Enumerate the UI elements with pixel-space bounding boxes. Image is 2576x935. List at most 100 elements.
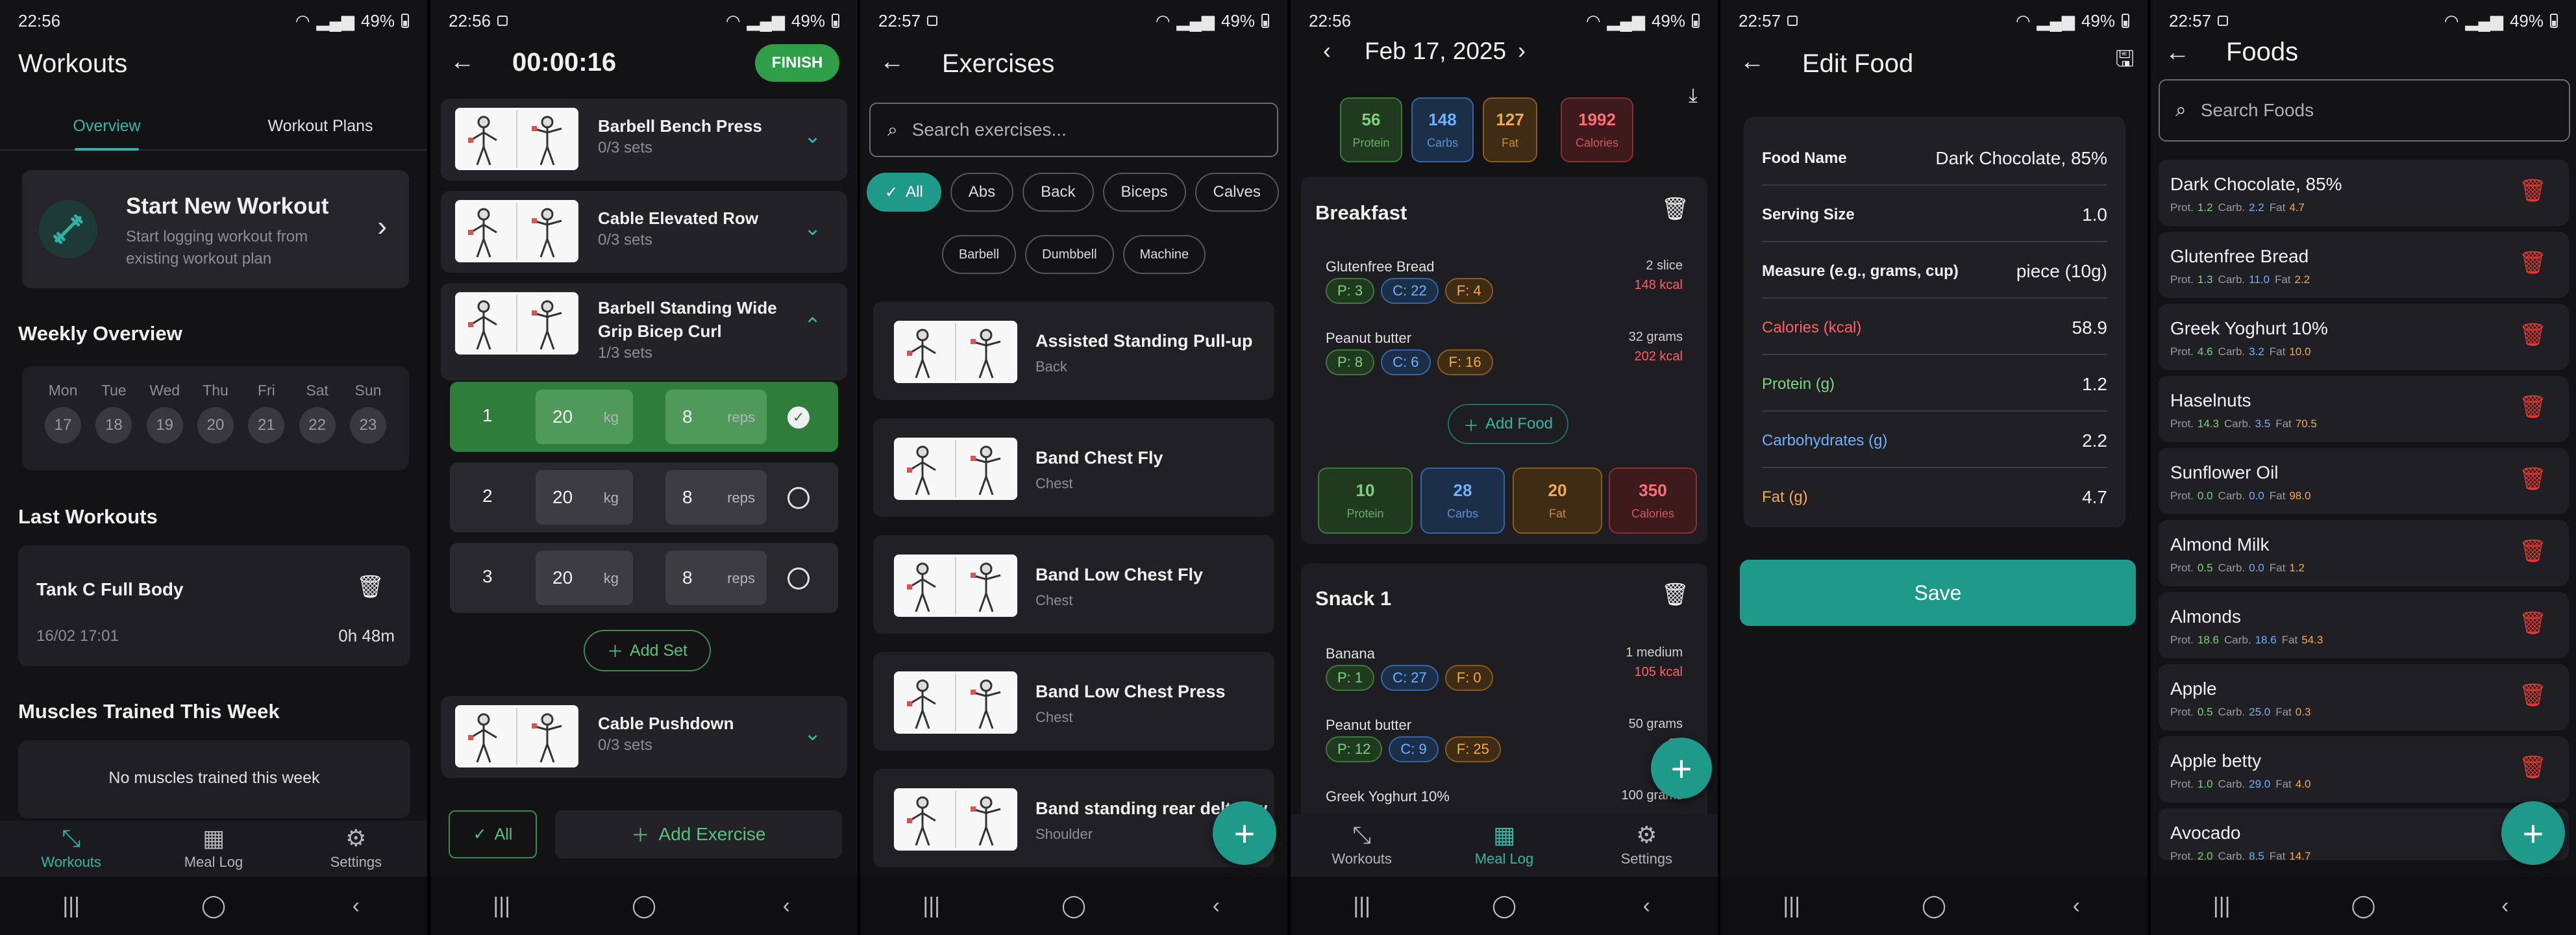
trash-icon[interactable]: 🗑 — [2519, 322, 2547, 348]
nav-workouts[interactable]: ⤡ Workouts — [1291, 814, 1433, 877]
form-field[interactable]: Fat (g) 4.7 — [1762, 469, 2107, 525]
circle-icon[interactable] — [787, 487, 810, 509]
form-field[interactable]: Carbohydrates (g) 2.2 — [1762, 412, 2107, 468]
recents-icon[interactable]: ||| — [906, 893, 958, 919]
next-day-icon[interactable]: › — [1509, 37, 1535, 64]
trash-icon[interactable]: 🗑 — [356, 574, 384, 600]
day-sun[interactable]: Sun 23 — [347, 382, 390, 443]
field-value[interactable]: 1.0 — [2082, 205, 2107, 225]
form-field[interactable]: Measure (e.g., grams, cup) piece (10g) — [1762, 243, 2107, 299]
session-exercise-card[interactable]: Cable Elevated Row 0/3 sets ⌄ — [441, 191, 847, 273]
field-value[interactable]: 4.7 — [2082, 487, 2107, 508]
search-input[interactable]: Search Foods — [2201, 100, 2314, 121]
session-exercise-card[interactable]: Barbell Bench Press 0/3 sets ⌄ — [441, 99, 847, 181]
tab-workout-plans[interactable]: Workout Plans — [214, 103, 427, 149]
nav-workouts[interactable]: ⤡ Workouts — [0, 821, 142, 877]
back-arrow-icon[interactable]: ← — [876, 45, 908, 78]
back-arrow-icon[interactable]: ← — [2161, 36, 2194, 69]
food-list-item[interactable]: Apple Prot. 0.5 Carb. 25.0 Fat 0.3 🗑 — [2159, 664, 2569, 730]
chevron-down-icon[interactable]: ⌄ — [804, 721, 821, 745]
back-arrow-icon[interactable]: ← — [1736, 45, 1768, 78]
add-food-button[interactable]: ＋ Add Food — [1448, 404, 1568, 444]
chip-back[interactable]: Back — [1022, 173, 1094, 212]
food-list-item[interactable]: Sunflower Oil Prot. 0.0 Carb. 0.0 Fat 98.0 🗑 — [2159, 448, 2569, 514]
chevron-down-icon[interactable]: ⌄ — [804, 123, 821, 148]
meal-food-item[interactable]: Peanut butter P: 8 C: 6 F: 16 32 grams 202 kc… — [1301, 330, 1707, 395]
meal-food-item[interactable]: Peanut butterP: 12C: 9F: 2550 grams31 — [1301, 717, 1707, 782]
tab-overview[interactable]: Overview — [0, 103, 214, 151]
add-set-button[interactable]: ＋ Add Set — [584, 630, 711, 671]
home-icon[interactable]: ◯ — [618, 893, 670, 919]
save-button[interactable]: Save — [1740, 560, 2136, 626]
nav-settings[interactable]: ⚙ Settings — [1576, 814, 1718, 877]
home-icon[interactable]: ◯ — [1908, 893, 1960, 919]
trash-icon[interactable]: 🗑 — [2519, 394, 2547, 420]
nav-meal-log[interactable]: ▦ Meal Log — [142, 821, 284, 877]
back-arrow-icon[interactable]: ← — [446, 45, 478, 78]
exercise-list-item[interactable]: Band Chest Fly Chest — [873, 418, 1274, 517]
trash-icon[interactable]: 🗑 — [2519, 754, 2547, 780]
chip-dumbbell[interactable]: Dumbbell — [1025, 235, 1114, 274]
weight-input[interactable]: 20 kg — [536, 470, 633, 525]
food-list-item[interactable]: Almonds Prot. 18.6 Carb. 18.6 Fat 54.3 🗑 — [2159, 592, 2569, 658]
day-wed[interactable]: Wed 19 — [143, 382, 186, 443]
chevron-up-icon[interactable]: ⌃ — [804, 313, 821, 338]
add-food-fab[interactable]: + — [2501, 801, 2565, 865]
trash-icon[interactable]: 🗑 — [2519, 682, 2547, 708]
day-tue[interactable]: Tue 18 — [92, 382, 135, 443]
trash-icon[interactable]: 🗑 — [2519, 538, 2547, 564]
add-exercise-fab[interactable]: + — [1213, 801, 1276, 865]
save-icon[interactable]: 🖫 — [2110, 47, 2140, 77]
back-icon[interactable]: ‹ — [1620, 893, 1672, 919]
weight-input[interactable]: 20 kg — [536, 551, 633, 605]
food-list-item[interactable]: Greek Yoghurt 10% Prot. 4.6 Carb. 3.2 Fat 10.0… — [2159, 304, 2569, 370]
chip-biceps[interactable]: Biceps — [1102, 173, 1186, 212]
trash-icon[interactable]: 🗑 — [2519, 178, 2547, 204]
chip-machine[interactable]: Machine — [1122, 235, 1206, 274]
back-icon[interactable]: ‹ — [2050, 893, 2102, 919]
prev-day-icon[interactable]: ‹ — [1314, 37, 1340, 64]
recents-icon[interactable]: ||| — [45, 893, 97, 919]
food-list-item[interactable]: Apple betty Prot. 1.0 Carb. 29.0 Fat 4.0 🗑 — [2159, 736, 2569, 803]
chevron-down-icon[interactable]: ⌄ — [804, 216, 821, 240]
day-mon[interactable]: Mon 17 — [42, 382, 84, 443]
home-icon[interactable]: ◯ — [2337, 893, 2389, 919]
meal-food-item[interactable]: Banana P: 1 C: 27 F: 0 1 medium 105 kcal — [1301, 645, 1707, 710]
field-value[interactable]: 2.2 — [2082, 430, 2107, 451]
chip-calves[interactable]: Calves — [1195, 173, 1279, 212]
session-exercise-card[interactable]: Barbell Standing Wide Grip Bicep Curl 1/3… — [441, 283, 847, 380]
recents-icon[interactable]: ||| — [476, 893, 528, 919]
field-value[interactable]: 58.9 — [2072, 318, 2108, 338]
reps-input[interactable]: 8 reps — [665, 551, 767, 605]
recents-icon[interactable]: ||| — [1336, 893, 1388, 919]
trash-icon[interactable]: 🗑 — [2519, 466, 2547, 492]
day-thu[interactable]: Thu 20 — [194, 382, 237, 443]
circle-icon[interactable] — [787, 567, 810, 590]
exercise-list-item[interactable]: Band standing rear delt row Shoulder — [873, 769, 1274, 867]
check-circle-icon[interactable]: ✓ — [787, 406, 810, 429]
form-field[interactable]: Calories (kcal) 58.9 — [1762, 299, 2107, 355]
exercise-list-item[interactable]: Assisted Standing Pull-up Back — [873, 301, 1274, 400]
search-field[interactable]: ⌕ Search Foods — [2159, 79, 2570, 142]
back-icon[interactable]: ‹ — [330, 893, 382, 919]
finish-button[interactable]: FINISH — [755, 44, 839, 82]
trash-icon[interactable]: 🗑 — [1661, 582, 1689, 608]
search-field[interactable]: ⌕ Search exercises... — [869, 103, 1278, 157]
nav-settings[interactable]: ⚙ Settings — [285, 821, 427, 877]
home-icon[interactable]: ◯ — [1048, 893, 1100, 919]
field-value[interactable]: piece (10g) — [2016, 261, 2107, 282]
field-value[interactable]: Dark Chocolate, 85% — [1935, 148, 2107, 169]
weight-input[interactable]: 20 kg — [536, 390, 633, 444]
exercise-list-item[interactable]: Band Low Chest Fly Chest — [873, 535, 1274, 634]
food-list-item[interactable]: Dark Chocolate, 85% Prot. 1.2 Carb. 2.2 Fat 4.… — [2159, 160, 2569, 226]
reps-input[interactable]: 8 reps — [665, 390, 767, 444]
exercise-list-item[interactable]: Band Low Chest Press Chest — [873, 652, 1274, 751]
trash-icon[interactable]: 🗑 — [2519, 250, 2547, 276]
day-sat[interactable]: Sat 22 — [296, 382, 339, 443]
back-icon[interactable]: ‹ — [1190, 893, 1242, 919]
form-field[interactable]: Serving Size 1.0 — [1762, 186, 2107, 242]
back-icon[interactable]: ‹ — [2479, 893, 2531, 919]
trash-icon[interactable]: 🗑 — [1661, 196, 1689, 222]
add-meal-fab[interactable]: + — [1651, 738, 1712, 799]
meal-food-item[interactable]: Glutenfree Bread P: 3 C: 22 F: 4 2 slice 148 … — [1301, 258, 1707, 323]
